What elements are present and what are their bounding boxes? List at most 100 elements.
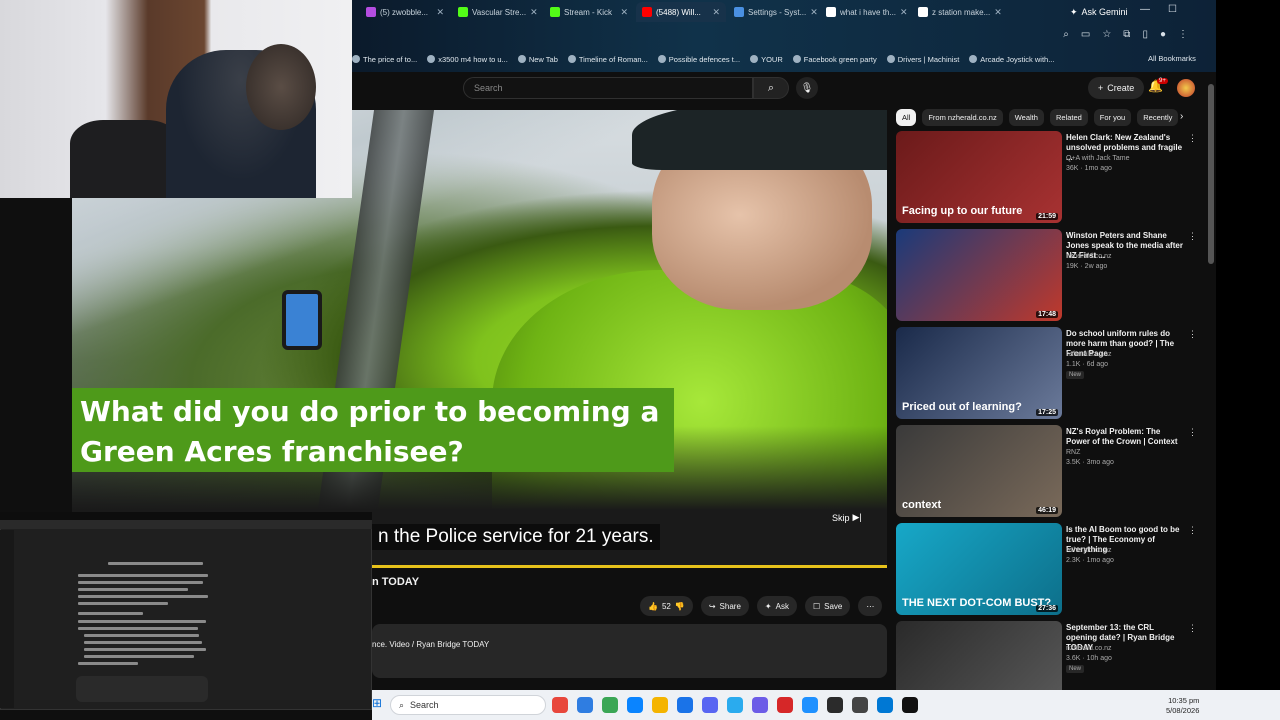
recommendation-item[interactable]: Facing up to our future 21:59 Helen Clark:… <box>896 131 1206 223</box>
bookmark-item[interactable]: x3500 m4 how to u... <box>427 55 508 64</box>
more-options-icon[interactable]: ⋮ <box>1188 427 1197 438</box>
more-options-icon[interactable]: ⋮ <box>1188 525 1197 536</box>
taskbar-app-icon[interactable] <box>777 697 793 713</box>
recommendation-item[interactable]: context 46:19 NZ's Royal Problem: The Powe… <box>896 425 1206 517</box>
taskbar-app-icon[interactable] <box>752 697 768 713</box>
more-actions-button[interactable]: ⋯ <box>858 596 883 616</box>
all-bookmarks-button[interactable]: All Bookmarks <box>1148 54 1196 63</box>
recommendation-title[interactable]: NZ's Royal Problem: The Power of the Cro… <box>1066 427 1186 447</box>
video-thumbnail[interactable]: context 46:19 <box>896 425 1062 517</box>
taskbar-app-icon[interactable] <box>552 697 568 713</box>
more-options-icon[interactable]: ⋮ <box>1188 231 1197 242</box>
close-tab-icon[interactable]: ✕ <box>900 7 908 18</box>
filter-chip[interactable]: For you <box>1093 109 1132 126</box>
more-options-icon[interactable]: ⋮ <box>1188 133 1197 144</box>
filter-chip[interactable]: Recently <box>1137 109 1179 126</box>
browser-tab[interactable]: Settings - Syst... ✕ <box>728 2 818 22</box>
browser-tab[interactable]: (5) zwobble... ✕ <box>360 2 450 22</box>
video-thumbnail[interactable]: THE NEXT DOT-COM BUST? 27:36 <box>896 523 1062 615</box>
create-button[interactable]: + Create <box>1088 77 1145 99</box>
zoom-icon[interactable]: ⌕ <box>1063 29 1069 40</box>
taskbar-app-icon[interactable] <box>702 697 718 713</box>
thumbs-down-icon[interactable]: 👎 <box>675 602 685 611</box>
system-clock[interactable]: 10:35 pm 5/08/2026 <box>1166 696 1199 716</box>
browser-tab[interactable]: Vascular Stre... ✕ <box>452 2 542 22</box>
bookmark-item[interactable]: Facebook green party <box>792 55 877 64</box>
recommendation-item[interactable]: 17:48 Winston Peters and Shane Jones spea… <box>896 229 1206 321</box>
video-thumbnail[interactable]: Facing up to our future 21:59 <box>896 131 1062 223</box>
voice-search-button[interactable]: 🎙 <box>796 77 818 99</box>
video-thumbnail[interactable]: Priced out of learning? 17:25 <box>896 327 1062 419</box>
bookmark-item[interactable]: New Tab <box>517 55 558 64</box>
search-button[interactable]: ⌕ <box>753 77 789 99</box>
channel-name[interactable]: Q+A with Jack Tame <box>1066 155 1129 162</box>
browser-tab[interactable]: what i have th... ✕ <box>820 2 910 22</box>
taskbar-app-icon[interactable] <box>677 697 693 713</box>
mini-browser-chat-input[interactable] <box>76 676 208 702</box>
taskbar-app-icon[interactable] <box>727 697 743 713</box>
cast-icon[interactable]: ▭ <box>1081 29 1090 40</box>
taskbar-app-icon[interactable] <box>602 697 618 713</box>
skip-ad-button[interactable]: Skip ▶| <box>832 512 862 523</box>
video-thumbnail[interactable]: 17:48 <box>896 229 1062 321</box>
recommendation-item[interactable]: Priced out of learning? 17:25 Do school un… <box>896 327 1206 419</box>
profile-icon[interactable]: ● <box>1160 29 1166 40</box>
save-button[interactable]: ☐ Save <box>804 596 851 616</box>
close-tab-icon[interactable]: ✕ <box>530 7 538 18</box>
more-options-icon[interactable]: ⋮ <box>1188 623 1197 634</box>
bookmark-star-icon[interactable]: ☆ <box>1102 29 1111 40</box>
ask-button[interactable]: ✦ Ask <box>756 596 797 616</box>
bookmark-item[interactable]: Possible defences t... <box>657 55 740 64</box>
channel-name[interactable]: nzherald.co.nz <box>1066 547 1112 554</box>
bookmark-item[interactable]: Timeline of Roman... <box>567 55 648 64</box>
mini-browser-sidebar <box>0 530 14 708</box>
extensions-icon[interactable]: ⧉ <box>1123 29 1130 40</box>
taskbar-search[interactable]: ⌕ Search <box>390 695 546 715</box>
browser-tab[interactable]: Stream - Kick ✕ <box>544 2 634 22</box>
channel-name[interactable]: nzherald.co.nz <box>1066 253 1112 260</box>
channel-name[interactable]: RNZ <box>1066 449 1080 456</box>
scrollbar[interactable] <box>1208 84 1214 264</box>
bookmark-item[interactable]: Drivers | Machinist <box>886 55 959 64</box>
taskbar-app-icon[interactable] <box>902 697 918 713</box>
close-tab-icon[interactable]: ✕ <box>810 7 818 18</box>
sidepanel-icon[interactable]: ▯ <box>1142 29 1148 40</box>
taskbar-app-icon[interactable] <box>827 697 843 713</box>
video-progress-bar[interactable] <box>372 565 887 568</box>
browser-tab[interactable]: z station make... ✕ <box>912 2 1002 22</box>
close-tab-icon[interactable]: ✕ <box>436 7 444 18</box>
bookmark-item[interactable]: Arcade Joystick with... <box>969 55 1054 64</box>
taskbar-app-icon[interactable] <box>877 697 893 713</box>
bookmark-item[interactable]: The price of to... <box>352 55 417 64</box>
chevron-right-icon[interactable]: › <box>1180 111 1183 122</box>
filter-chip[interactable]: From nzherald.co.nz <box>922 109 1003 126</box>
maximize-icon[interactable]: ☐ <box>1168 4 1177 15</box>
minimize-icon[interactable]: — <box>1140 4 1150 15</box>
taskbar-app-icon[interactable] <box>802 697 818 713</box>
channel-name[interactable]: nzherald.co.nz <box>1066 645 1112 652</box>
close-tab-icon[interactable]: ✕ <box>712 7 720 18</box>
bookmark-item[interactable]: YOUR <box>750 55 783 64</box>
taskbar-app-icon[interactable] <box>652 697 668 713</box>
tab-label: what i have th... <box>840 7 897 17</box>
browser-tab[interactable]: (5488) Will... ✕ <box>636 2 726 22</box>
like-button[interactable]: 👍 52 👎 <box>640 596 693 616</box>
recommendation-item[interactable]: THE NEXT DOT-COM BUST? 27:36 Is the AI Boo… <box>896 523 1206 615</box>
close-tab-icon[interactable]: ✕ <box>620 7 628 18</box>
account-avatar[interactable] <box>1177 79 1195 97</box>
channel-name[interactable]: nzherald.co.nz <box>1066 351 1112 358</box>
filter-chip[interactable]: Related <box>1049 109 1088 126</box>
description-box[interactable]: nce. Video / Ryan Bridge TODAY <box>372 624 887 678</box>
more-options-icon[interactable]: ⋮ <box>1188 329 1197 340</box>
filter-chip[interactable]: All <box>896 109 917 126</box>
share-button[interactable]: ↪ Share <box>700 596 749 616</box>
taskbar-app-icon[interactable] <box>852 697 868 713</box>
filter-chip[interactable]: Wealth <box>1008 109 1044 126</box>
search-input[interactable]: Search <box>463 77 753 99</box>
menu-icon[interactable]: ⋮ <box>1178 29 1188 40</box>
close-tab-icon[interactable]: ✕ <box>994 7 1002 18</box>
taskbar-app-icon[interactable] <box>577 697 593 713</box>
taskbar-app-icon[interactable] <box>627 697 643 713</box>
windows-start-icon[interactable]: ⊞ <box>372 696 382 710</box>
ask-gemini-button[interactable]: ✦ Ask Gemini <box>1062 4 1136 20</box>
